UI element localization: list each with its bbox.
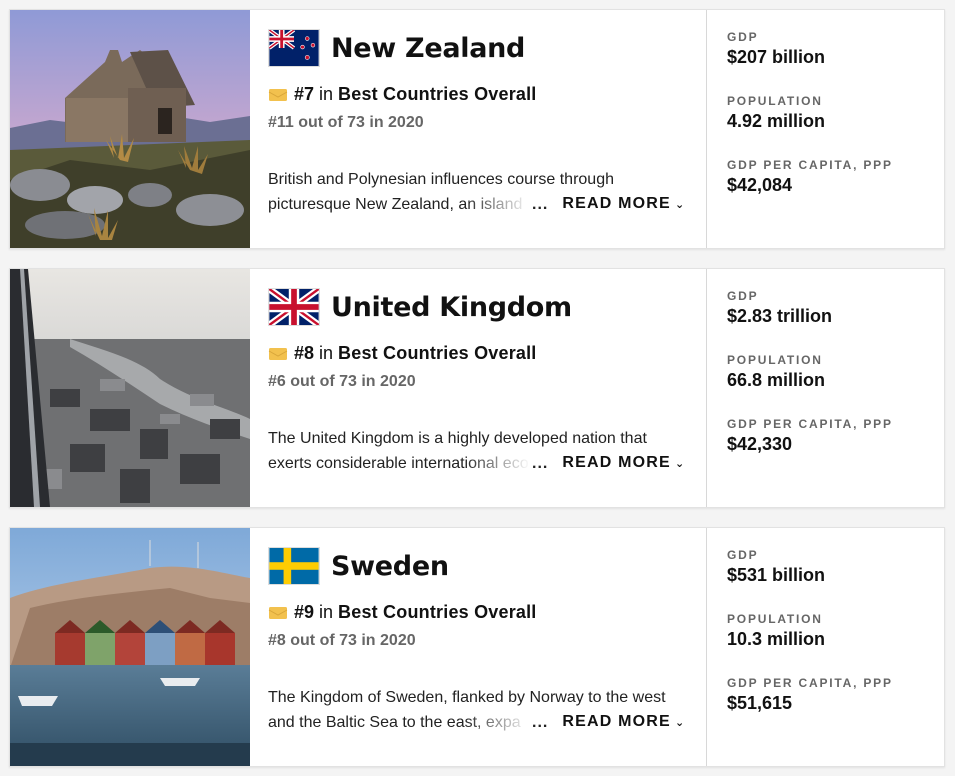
population-value: 10.3 million xyxy=(727,629,826,649)
rank-number: #9 xyxy=(294,602,315,622)
rank-category-link[interactable]: Best Countries Overall xyxy=(338,84,536,105)
new-zealand-flag-icon xyxy=(268,29,320,67)
population-value: 66.8 million xyxy=(727,370,826,390)
country-photo[interactable] xyxy=(10,269,250,507)
country-card-new-zealand[interactable]: New Zealand #7 in Best Countries Overall… xyxy=(9,9,945,249)
stone-church-landscape-image xyxy=(10,10,250,248)
rank-number: #7 xyxy=(294,84,315,104)
description-line: picturesque New Zealand, an island xyxy=(268,195,523,213)
country-title-row: New Zealand xyxy=(268,28,684,68)
gdp-value: $207 billion xyxy=(727,47,826,67)
gdp-per-capita-stat: GDP PER CAPITA, PPP $42,330 xyxy=(727,417,944,481)
gdp-stat: GDP $207 billion xyxy=(727,30,944,94)
gdp-per-capita-label: GDP PER CAPITA, PPP xyxy=(727,158,893,172)
country-info: New Zealand #7 in Best Countries Overall… xyxy=(250,10,706,248)
country-stats: GDP $207 billion POPULATION 4.92 million… xyxy=(706,10,944,248)
population-stat: POPULATION 4.92 million xyxy=(727,94,944,158)
previous-rank: #11 out of 73 in 2020 xyxy=(268,114,424,131)
london-aerial-view-image xyxy=(10,269,250,507)
previous-rank: #6 out of 73 in 2020 xyxy=(268,373,416,390)
gdp-value: $2.83 trillion xyxy=(727,306,833,326)
rank-in-label: in xyxy=(319,84,334,104)
population-value: 4.92 million xyxy=(727,111,826,131)
ranking-badge-icon xyxy=(268,607,288,619)
ranking-badge-icon xyxy=(268,89,288,101)
rank-category-link[interactable]: Best Countries Overall xyxy=(338,602,536,623)
country-stats: GDP $2.83 trillion POPULATION 66.8 milli… xyxy=(706,269,944,507)
description-line: exerts considerable international eco xyxy=(268,454,529,472)
population-stat: POPULATION 66.8 million xyxy=(727,353,944,417)
country-card-sweden[interactable]: Sweden #9 in Best Countries Overall #8 o… xyxy=(9,527,945,767)
country-title-row: Sweden xyxy=(268,546,684,586)
gdp-label: GDP xyxy=(727,548,759,562)
chevron-down-icon: ⌄ xyxy=(674,717,686,729)
rank-row: #7 in Best Countries Overall xyxy=(268,84,684,105)
population-label: POPULATION xyxy=(727,612,823,626)
gdp-per-capita-stat: GDP PER CAPITA, PPP $51,615 xyxy=(727,676,944,740)
rank-category-link[interactable]: Best Countries Overall xyxy=(338,343,536,364)
country-stats: GDP $531 billion POPULATION 10.3 million… xyxy=(706,528,944,766)
read-more-button[interactable]: READ MORE ⌄ xyxy=(562,192,685,217)
gdp-per-capita-label: GDP PER CAPITA, PPP xyxy=(727,417,893,431)
gdp-value: $531 billion xyxy=(727,565,826,585)
sweden-flag-icon xyxy=(268,547,320,585)
gdp-stat: GDP $2.83 trillion xyxy=(727,289,944,353)
population-label: POPULATION xyxy=(727,353,823,367)
country-photo[interactable] xyxy=(10,10,250,248)
ranking-badge-icon xyxy=(268,348,288,360)
country-description: British and Polynesian influences course… xyxy=(268,168,686,217)
read-more-button[interactable]: READ MORE ⌄ xyxy=(562,451,685,476)
country-description: The United Kingdom is a highly developed… xyxy=(268,427,686,476)
united-kingdom-flag-icon xyxy=(268,288,320,326)
harbor-boathouses-image xyxy=(10,528,250,766)
read-more-button[interactable]: READ MORE ⌄ xyxy=(562,710,685,735)
previous-rank: #8 out of 73 in 2020 xyxy=(268,632,416,649)
rank-in-label: in xyxy=(319,343,334,363)
gdp-per-capita-stat: GDP PER CAPITA, PPP $42,084 xyxy=(727,158,944,222)
gdp-stat: GDP $531 billion xyxy=(727,548,944,612)
gdp-per-capita-label: GDP PER CAPITA, PPP xyxy=(727,676,893,690)
description-ellipsis: ... xyxy=(532,713,549,731)
population-label: POPULATION xyxy=(727,94,823,108)
gdp-per-capita-value: $42,084 xyxy=(727,175,793,195)
country-name[interactable]: New Zealand xyxy=(331,33,525,64)
gdp-per-capita-value: $42,330 xyxy=(727,434,793,454)
rank-in-label: in xyxy=(319,602,334,622)
gdp-label: GDP xyxy=(727,289,759,303)
country-info: Sweden #9 in Best Countries Overall #8 o… xyxy=(250,528,706,766)
country-card-united-kingdom[interactable]: United Kingdom #8 in Best Countries Over… xyxy=(9,268,945,508)
country-title-row: United Kingdom xyxy=(268,287,684,327)
description-ellipsis: ... xyxy=(532,195,549,213)
country-name[interactable]: United Kingdom xyxy=(331,292,572,323)
rank-number: #8 xyxy=(294,343,315,363)
rank-row: #8 in Best Countries Overall xyxy=(268,343,684,364)
description-line: and the Baltic Sea to the east, expa xyxy=(268,713,521,731)
gdp-label: GDP xyxy=(727,30,759,44)
country-name[interactable]: Sweden xyxy=(331,551,449,582)
rank-row: #9 in Best Countries Overall xyxy=(268,602,684,623)
country-description: The Kingdom of Sweden, flanked by Norway… xyxy=(268,686,686,735)
description-line: The United Kingdom is a highly developed… xyxy=(268,430,647,447)
country-info: United Kingdom #8 in Best Countries Over… xyxy=(250,269,706,507)
population-stat: POPULATION 10.3 million xyxy=(727,612,944,676)
chevron-down-icon: ⌄ xyxy=(674,199,686,211)
description-ellipsis: ... xyxy=(532,454,549,472)
gdp-per-capita-value: $51,615 xyxy=(727,693,793,713)
chevron-down-icon: ⌄ xyxy=(674,458,686,470)
description-line: The Kingdom of Sweden, flanked by Norway… xyxy=(268,689,666,706)
country-photo[interactable] xyxy=(10,528,250,766)
description-line: British and Polynesian influences course… xyxy=(268,171,614,188)
